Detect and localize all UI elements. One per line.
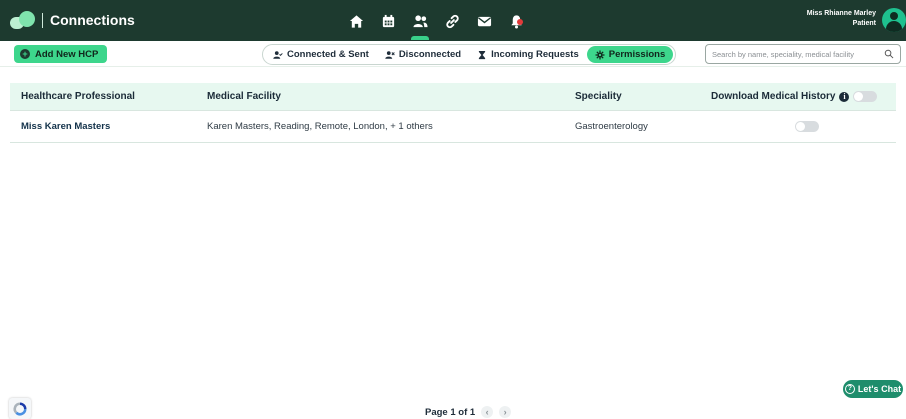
download-history-toggle[interactable]	[795, 121, 819, 132]
pagination: Page 1 of 1 ‹ ›	[425, 406, 512, 418]
tab-permissions[interactable]: Permissions	[586, 46, 674, 63]
download-cell	[711, 121, 896, 132]
table-row: Miss Karen Masters Karen Masters, Readin…	[10, 111, 896, 143]
plus-icon: +	[20, 49, 30, 59]
help-icon: ?	[844, 384, 855, 394]
medical-facility: Karen Masters, Reading, Remote, London, …	[207, 121, 433, 132]
gear-icon	[595, 50, 605, 59]
search-input[interactable]	[712, 49, 884, 59]
toolbar: + Add New HCP Connected & Sent Disconnec…	[0, 41, 906, 67]
user-role: Patient	[852, 20, 876, 27]
hourglass-icon	[478, 50, 486, 59]
bell-icon[interactable]	[500, 8, 532, 34]
column-header-facility: Medical Facility	[207, 91, 281, 102]
column-header-hcp: Healthcare Professional	[21, 91, 135, 102]
page-title: Connections	[50, 12, 135, 28]
table-header: Healthcare Professional Medical Facility…	[10, 83, 896, 111]
page-label: Page 1 of 1	[425, 406, 476, 418]
top-header: Connections Miss Rhianne Marley Patient	[0, 0, 906, 41]
tab-incoming-requests[interactable]: Incoming Requests	[469, 46, 587, 63]
prev-page-button[interactable]: ‹	[481, 406, 494, 418]
divider	[42, 13, 43, 28]
main-nav	[340, 8, 532, 40]
hcp-name[interactable]: Miss Karen Masters	[10, 121, 207, 132]
recaptcha-badge[interactable]	[9, 398, 31, 419]
calendar-icon[interactable]	[372, 8, 404, 34]
notification-dot	[517, 19, 523, 25]
info-icon[interactable]: i	[839, 91, 850, 102]
tab-label: Incoming Requests	[491, 49, 579, 60]
search-box	[705, 44, 901, 64]
user-x-icon	[385, 50, 395, 59]
add-new-hcp-button[interactable]: + Add New HCP	[14, 45, 108, 63]
user-info[interactable]: Miss Rhianne Marley Patient	[807, 9, 876, 29]
user-name: Miss Rhianne Marley	[806, 10, 876, 17]
tab-label: Disconnected	[398, 49, 462, 60]
next-page-button[interactable]: ›	[499, 406, 512, 418]
tab-disconnected[interactable]: Disconnected	[377, 46, 469, 63]
tab-label: Connected & Sent	[287, 49, 369, 60]
column-header-download: Download Medical History i	[711, 91, 896, 102]
download-header-label: Download Medical History	[711, 91, 836, 102]
search-icon[interactable]	[884, 49, 894, 59]
tab-label: Permissions	[608, 49, 666, 60]
app-logo[interactable]	[10, 10, 36, 30]
link-icon[interactable]	[436, 8, 468, 34]
connection-tabs: Connected & Sent Disconnected Incoming R…	[262, 44, 677, 65]
chat-label: Let's Chat	[857, 384, 902, 394]
user-check-icon	[273, 50, 283, 59]
mail-icon[interactable]	[468, 8, 500, 34]
connections-table: Healthcare Professional Medical Facility…	[10, 83, 896, 143]
home-icon[interactable]	[340, 8, 372, 34]
connections-icon[interactable]	[404, 8, 436, 40]
lets-chat-button[interactable]: ? Let's Chat	[843, 380, 903, 398]
avatar[interactable]	[882, 8, 906, 32]
column-header-speciality: Speciality	[575, 91, 622, 102]
speciality: Gastroenterology	[575, 121, 648, 132]
tab-connected-sent[interactable]: Connected & Sent	[265, 46, 377, 63]
add-new-hcp-label: Add New HCP	[35, 48, 99, 60]
download-all-toggle[interactable]	[853, 91, 878, 102]
